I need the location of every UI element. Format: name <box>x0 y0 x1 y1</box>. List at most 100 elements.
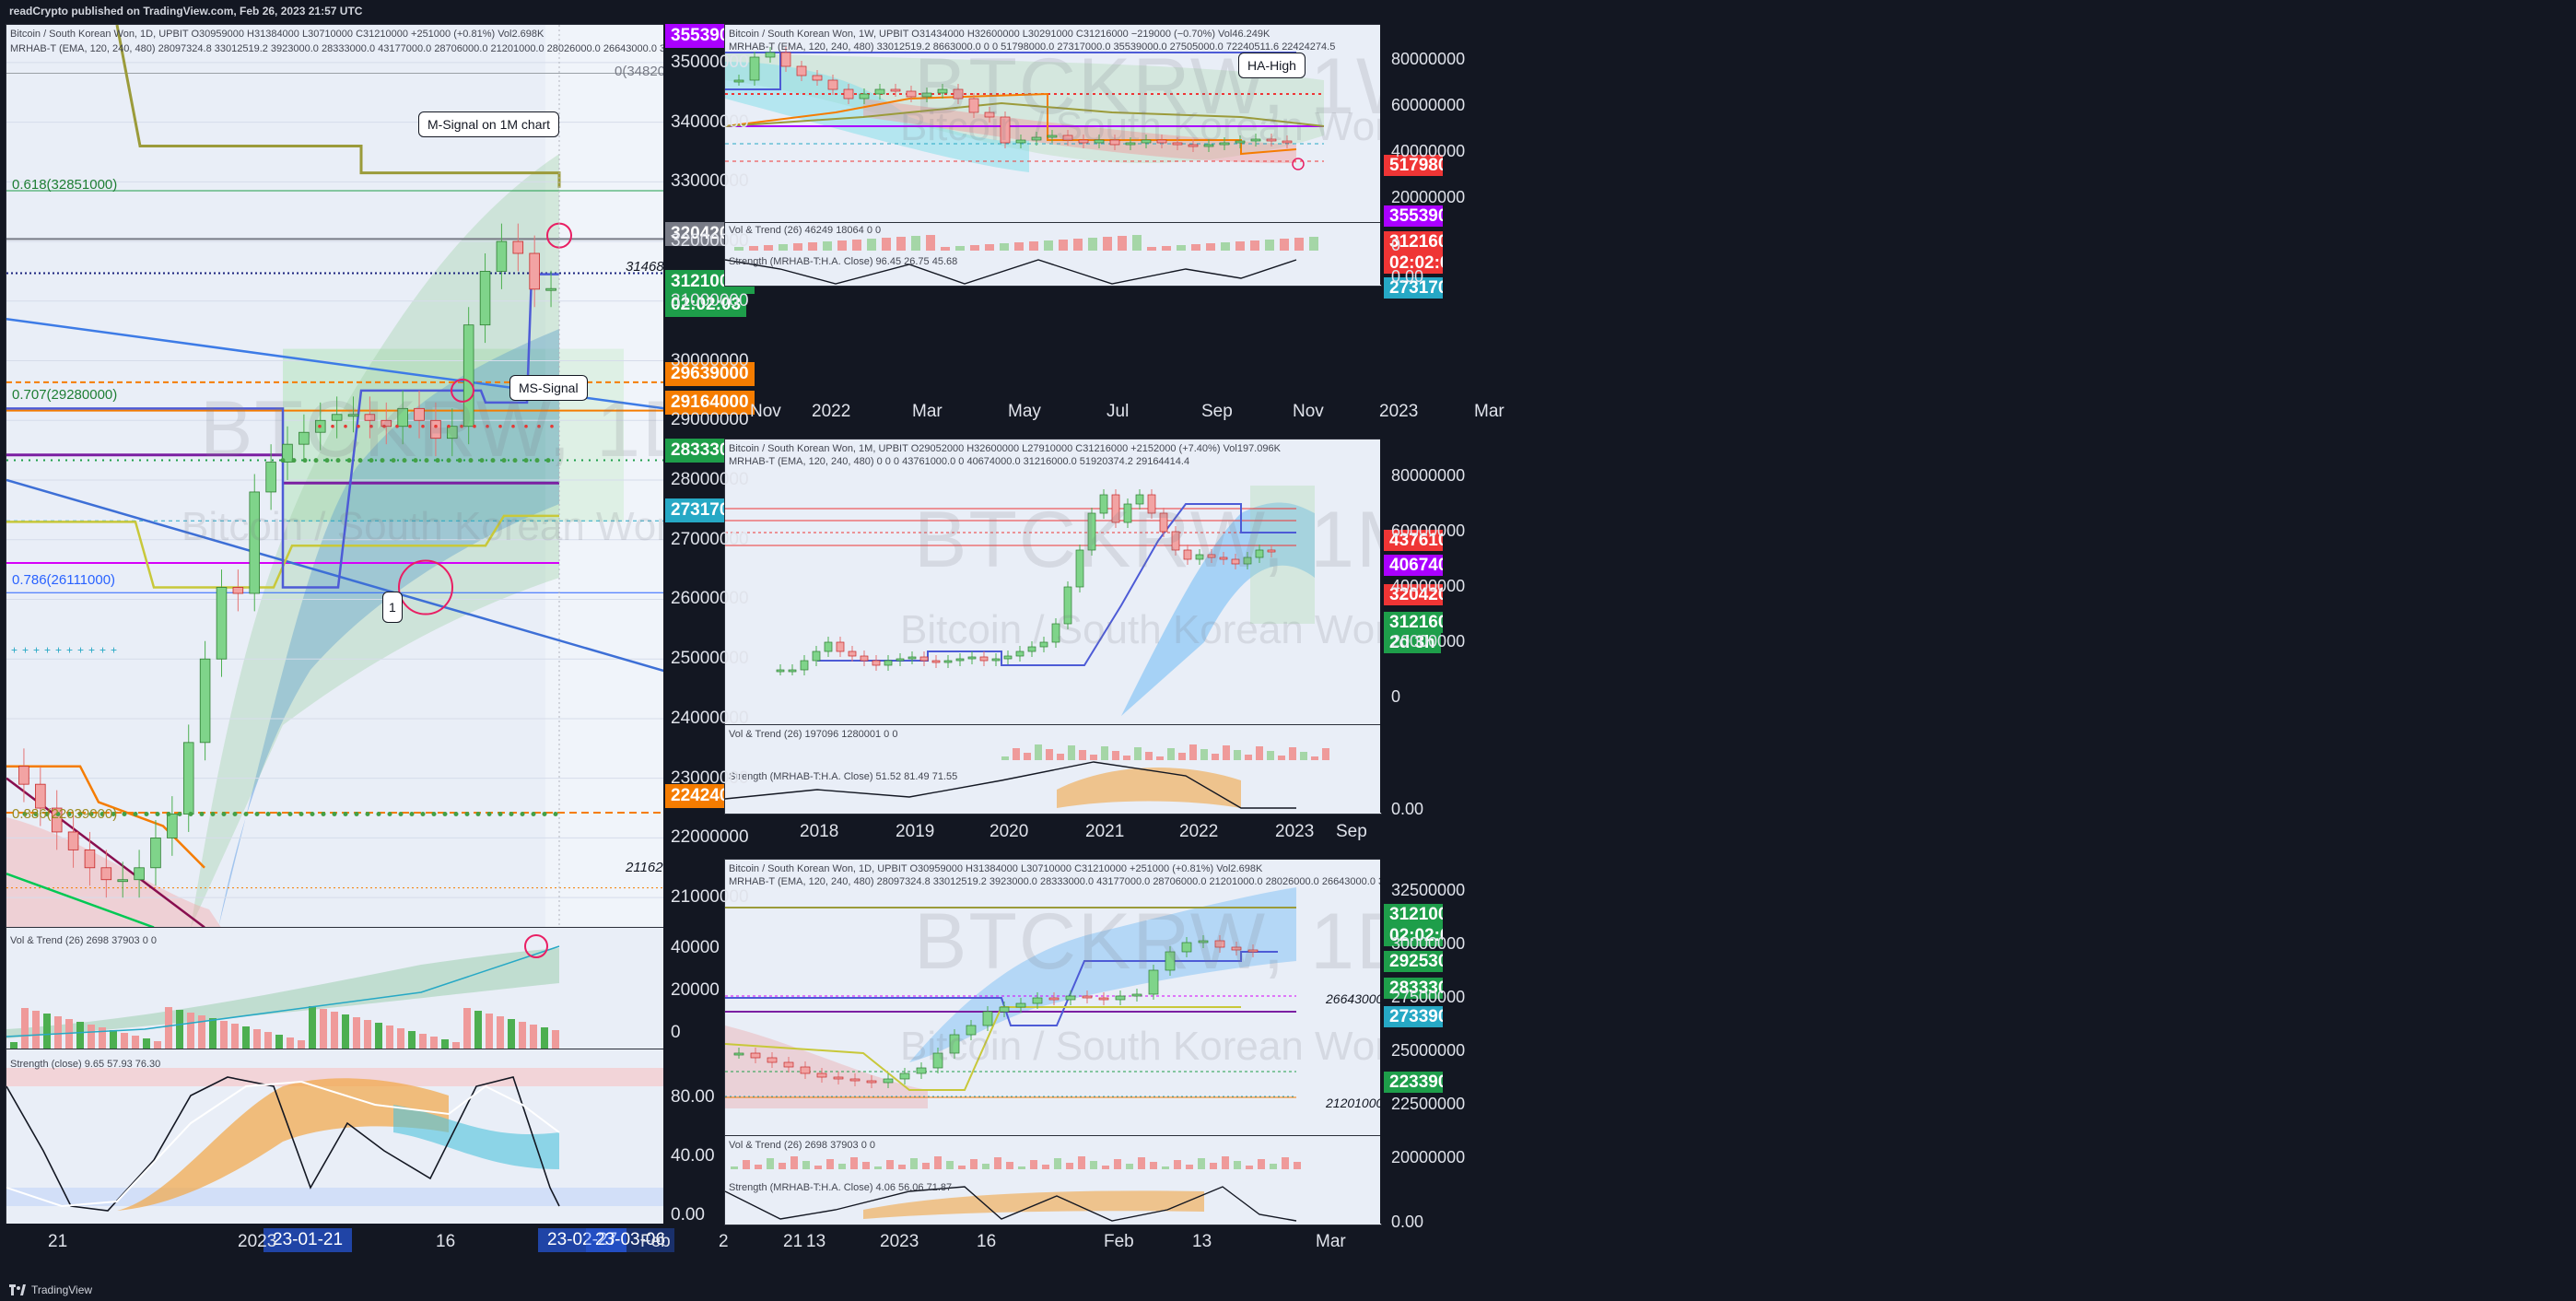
main-strength-pane[interactable]: Strength (close) 9.65 57.93 76.30 <box>6 1049 665 1225</box>
candle-body <box>783 1061 794 1068</box>
candle-body <box>496 240 508 272</box>
m1-vol-bar <box>1178 753 1186 760</box>
d1-vol-bar <box>922 1163 930 1169</box>
main-vol-legend: Vol & Trend (26) 2698 37903 0 0 <box>10 935 158 946</box>
d1-vol-bar <box>1270 1164 1277 1169</box>
candle-body <box>848 650 857 657</box>
candle-body <box>967 656 977 660</box>
d1-sub-pane[interactable]: Vol & Trend (26) 2698 37903 0 0 Strength… <box>724 1135 1382 1225</box>
green-dot <box>155 812 160 817</box>
candle-body <box>1131 993 1142 997</box>
green-dot <box>365 812 370 817</box>
green-dot <box>354 812 359 817</box>
d1-axis-tick: 20000000 <box>1391 1148 1466 1166</box>
vol-bar <box>474 1011 482 1049</box>
vol-bar <box>176 1010 183 1049</box>
main-time-tick: 16 <box>436 1232 456 1251</box>
main-axis-tick: 27000000 <box>671 529 749 549</box>
w1-vol-bar <box>1014 242 1024 251</box>
d1-vol-bar <box>743 1160 750 1169</box>
main-str-axis-tick: 0.00 <box>671 1205 705 1225</box>
candle-body <box>733 1052 744 1056</box>
d1-legend-symbol: Bitcoin / South Korean Won, 1D, UPBIT O3… <box>729 863 1263 874</box>
w1-sub-pane[interactable]: Vol & Trend (26) 46249 18064 0 0 Strengt… <box>724 222 1382 287</box>
cyan-plus: + <box>22 643 29 656</box>
m1-time-tick: 2020 <box>989 822 1029 841</box>
vol-bar <box>486 1014 493 1049</box>
w1-vol-bar <box>896 237 906 251</box>
w1-vol-bar <box>1147 247 1156 251</box>
main-chart-pane[interactable]: + + + + + + + + + + BTCKRW, 1D Bitcoin / South Ko… <box>6 24 665 932</box>
d1-chart-pane[interactable]: BTCKRW, 1D Bitcoin / South Korean Won Bi… <box>724 859 1382 1137</box>
d1-vol-bar <box>1174 1160 1181 1169</box>
candle-body <box>67 831 79 850</box>
candle-body <box>800 660 809 671</box>
d1-time-tick: Feb <box>1104 1232 1134 1251</box>
green-dot <box>387 812 392 817</box>
green-dot <box>453 812 459 817</box>
m1-axis-tick: 20000000 <box>1391 632 1466 650</box>
w1-chart-pane[interactable]: BTCKRW, 1W Bitcoin / South Korean Won Bi… <box>724 24 1382 224</box>
candle-body <box>836 641 845 652</box>
fib-0886-label: 0.886(22039000) <box>12 806 118 822</box>
cyan-plus: + <box>111 643 117 656</box>
tradingview-logo-icon <box>9 1284 26 1295</box>
d1-vol-bar <box>1054 1158 1061 1169</box>
candle-body <box>117 879 128 883</box>
green-dot <box>177 812 182 817</box>
candle-body <box>18 766 29 785</box>
green-dot <box>343 812 348 817</box>
candle-body <box>899 1072 910 1080</box>
w1-vol-bar <box>1073 239 1083 251</box>
candle-body <box>943 660 953 663</box>
m1-vol-bar <box>1013 748 1020 760</box>
w1-vol-bar <box>1191 244 1200 251</box>
d1-price-label-26643000: 26643000 <box>1326 991 1382 1006</box>
m1-chart-pane[interactable]: BTCKRW, 1M Bitcoin / South Korean Won Bi… <box>724 439 1382 726</box>
callout-m-signal-1m: M-Signal on 1M chart <box>418 111 560 137</box>
m1-str-legend: Strength (MRHAB-T:H.A. Close) 51.52 81.4… <box>729 771 958 782</box>
main-axis-tick: 28000000 <box>671 470 749 489</box>
w1-time-tick: Nov <box>1293 402 1324 421</box>
vol-bar <box>132 1036 139 1049</box>
w1-vol-bar <box>793 243 802 251</box>
cyan-plus: + <box>88 643 95 656</box>
green-dot <box>299 812 304 817</box>
d1-vol-bar <box>982 1164 989 1169</box>
m1-axis-tick: 80000000 <box>1391 466 1466 485</box>
callout-1: 1 <box>382 592 403 623</box>
w1-vol-bar <box>1294 238 1304 251</box>
main-volume-pane[interactable]: Vol & Trend (26) 2698 37903 0 0 <box>6 927 665 1050</box>
d1-vol-bar <box>1210 1163 1217 1169</box>
main-legend-symbol: Bitcoin / South Korean Won, 1D, UPBIT O3… <box>10 29 544 40</box>
d1-str-legend: Strength (MRHAB-T:H.A. Close) 4.06 56.06… <box>729 1182 953 1193</box>
main-price-axis[interactable] <box>663 24 722 1224</box>
candle-body <box>1098 997 1109 1001</box>
vol-bar <box>463 1008 471 1049</box>
w1-vol-bar <box>764 245 773 251</box>
green-dot <box>475 812 481 817</box>
green-dot <box>188 812 193 817</box>
w1-watermark-subtitle: Bitcoin / South Korean Won <box>900 104 1382 149</box>
cyan-plus: + <box>44 643 51 656</box>
m1-sub-pane[interactable]: Vol & Trend (26) 197096 1280001 0 0 Stre… <box>724 724 1382 815</box>
cyan-plus: + <box>100 643 106 656</box>
green-dot <box>254 812 260 817</box>
m1-vol-bar <box>1134 747 1142 760</box>
d1-vol-bar <box>1030 1160 1037 1169</box>
w1-vol-bar <box>1103 237 1112 251</box>
green-dot <box>133 812 138 817</box>
candle-body <box>84 849 96 869</box>
w1-vol-bar <box>1206 243 1215 251</box>
cyan-plus: + <box>55 643 62 656</box>
future-zone <box>545 25 664 932</box>
d1-time-tick: 13 <box>1192 1232 1212 1251</box>
publish-header: readCrypto published on TradingView.com,… <box>0 0 2576 22</box>
m1-vol-bar <box>1156 756 1164 760</box>
vol-bar <box>242 1026 250 1049</box>
w1-axis-tick: 60000000 <box>1391 96 1466 114</box>
candle-body <box>999 1006 1010 1013</box>
w1-vol-bar <box>749 246 758 251</box>
candle-body <box>872 660 881 666</box>
main-axis-tick: 25000000 <box>671 649 749 669</box>
